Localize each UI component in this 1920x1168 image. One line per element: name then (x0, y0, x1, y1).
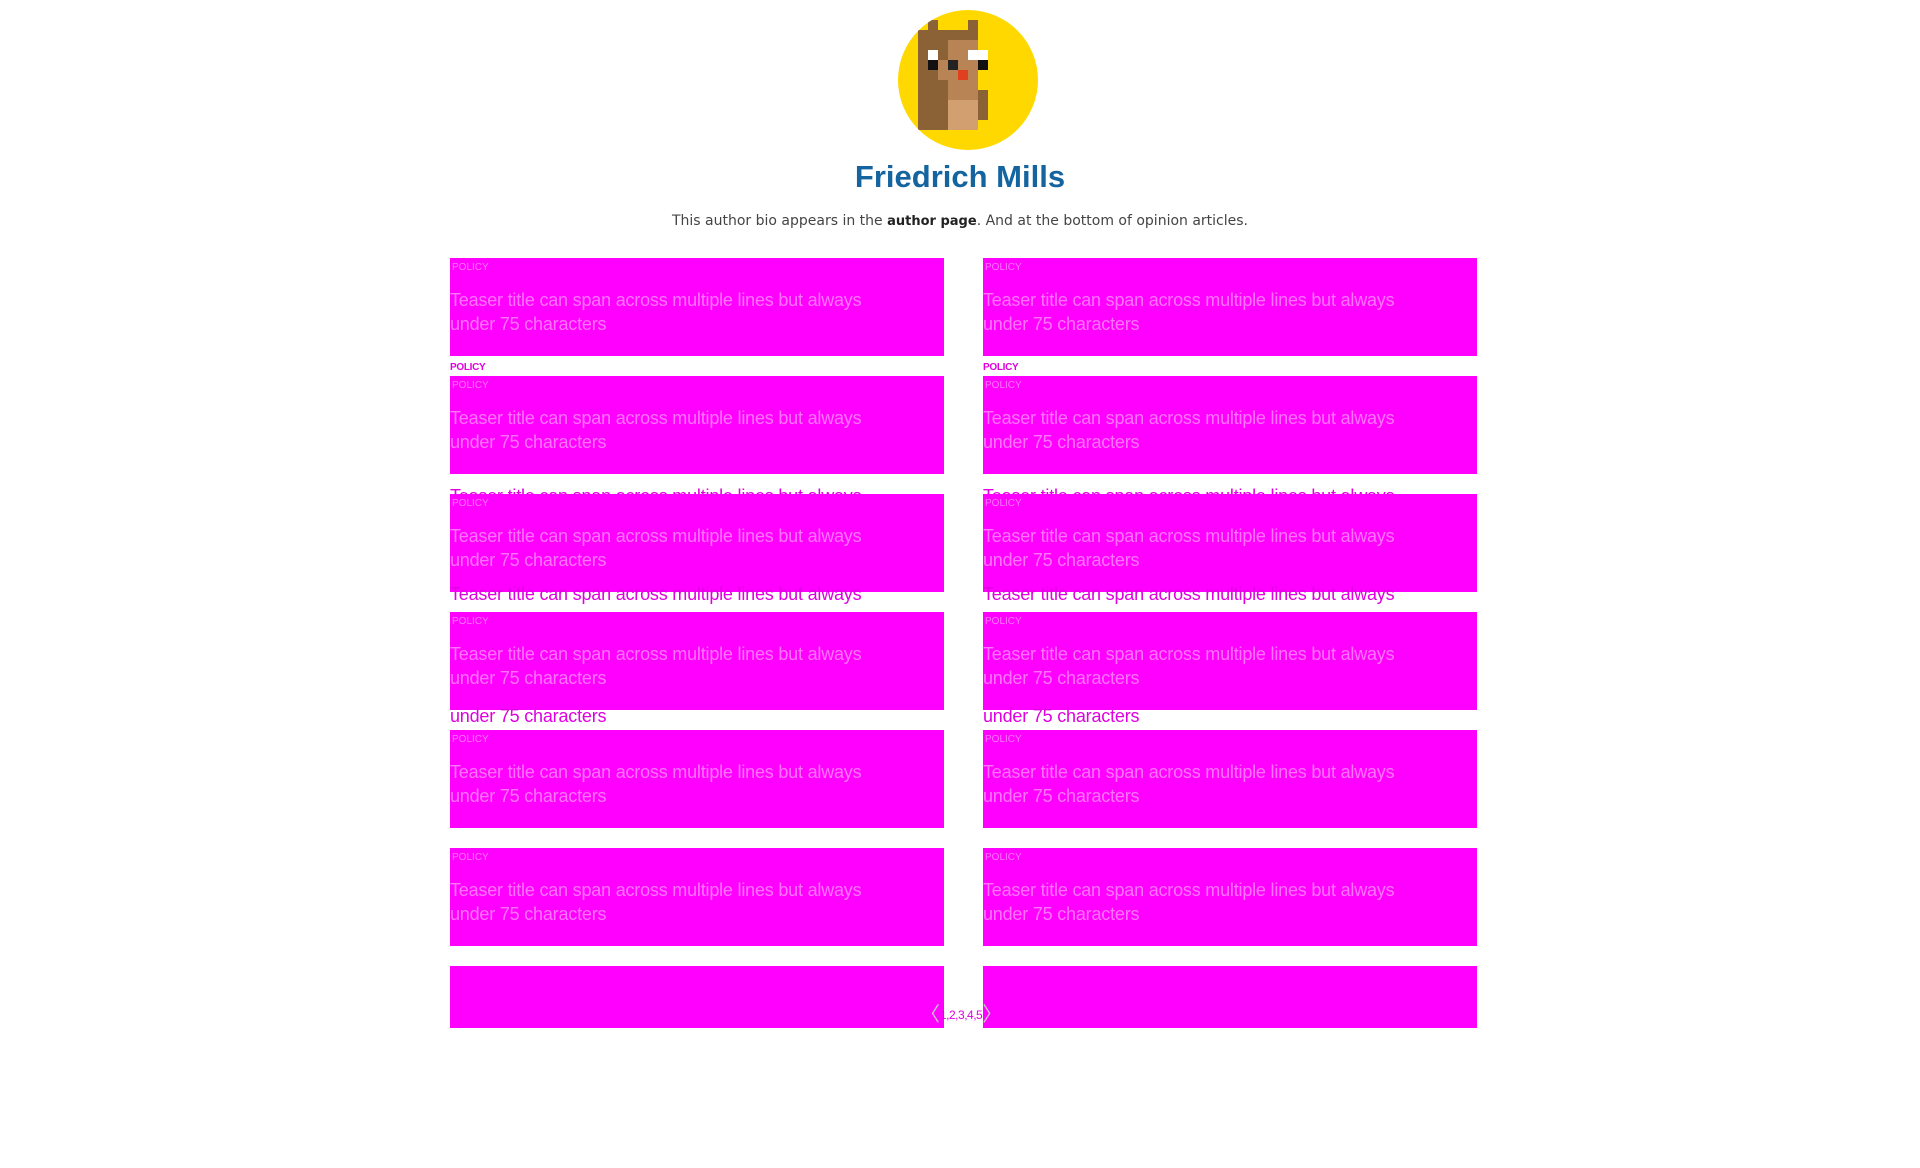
teaser-category: POLICY (985, 734, 1022, 745)
teaser-title: Teaser title can span across multiple li… (983, 762, 1395, 806)
author-bio: This author bio appears in the author pa… (0, 212, 1920, 231)
page-numbers[interactable]: 1,2,3,4,5 (940, 1008, 983, 1022)
teaser-card[interactable]: POLICY Teaser title can span across mult… (983, 376, 1477, 474)
teaser-category: POLICY (985, 498, 1022, 509)
teaser-title: Teaser title can span across multiple li… (450, 644, 862, 688)
teaser-title[interactable]: under 75 characters (450, 704, 920, 728)
author-bio-text: This author bio appears in the (671, 213, 888, 229)
teaser-title: Teaser title can span across multiple li… (450, 762, 862, 806)
teaser-card[interactable]: POLICY Teaser title can span across mult… (450, 730, 944, 828)
teaser-title: Teaser title can span across multiple li… (450, 880, 862, 924)
teaser-card[interactable]: POLICY Teaser title can span across mult… (450, 612, 944, 710)
pagination: 〈 1,2,3,4,5 〉 (920, 1003, 1002, 1027)
teaser-category: POLICY (452, 380, 489, 391)
teaser-category: POLICY (985, 262, 1022, 273)
teaser-category: POLICY (452, 852, 489, 863)
teaser-card[interactable]: POLICY Teaser title can span across mult… (450, 376, 944, 474)
teaser-title[interactable]: Teaser title can span across multiple li… (450, 484, 920, 494)
teaser-category: POLICY (985, 616, 1022, 627)
teaser-category: POLICY (985, 852, 1022, 863)
teaser-title[interactable]: Teaser title can span across multiple li… (983, 484, 1453, 494)
teaser-card[interactable]: POLICY Teaser title can span across mult… (983, 612, 1477, 710)
author-bio-text-end: . And at the bottom of opinion articles. (976, 213, 1248, 229)
teaser-category: POLICY (452, 616, 489, 627)
teaser-card[interactable] (450, 966, 944, 1028)
teaser-card[interactable]: POLICY Teaser title can span across mult… (983, 848, 1477, 946)
teaser-title: Teaser title can span across multiple li… (983, 526, 1395, 570)
teaser-card[interactable]: POLICY Teaser title can span across mult… (983, 730, 1477, 828)
teaser-title: Teaser title can span across multiple li… (450, 408, 862, 452)
teaser-title: Teaser title can span across multiple li… (450, 290, 862, 334)
pixel-bear-avatar-icon (918, 20, 988, 130)
teaser-title[interactable]: Teaser title can span across multiple li… (983, 582, 1453, 606)
chevron-left-icon[interactable]: 〈 (920, 1003, 940, 1027)
teaser-title: Teaser title can span across multiple li… (983, 290, 1395, 334)
teaser-title: Teaser title can span across multiple li… (450, 526, 862, 570)
author-page-link-text: author page (887, 214, 977, 229)
teaser-card[interactable]: POLICY Teaser title can span across mult… (983, 258, 1477, 356)
chevron-right-icon[interactable]: 〉 (982, 1003, 1002, 1027)
teaser-card[interactable]: POLICY Teaser title can span across mult… (983, 494, 1477, 592)
author-name: Friedrich Mills (854, 159, 1066, 194)
teaser-card[interactable]: POLICY Teaser title can span across mult… (450, 258, 944, 356)
teaser-category[interactable]: POLICY (983, 362, 1019, 374)
teaser-category[interactable]: POLICY (450, 362, 486, 374)
teaser-title[interactable]: Teaser title can span across multiple li… (450, 582, 920, 606)
teaser-title: Teaser title can span across multiple li… (983, 644, 1395, 688)
teaser-category: POLICY (452, 498, 489, 509)
teaser-category: POLICY (452, 262, 489, 273)
teaser-category: POLICY (452, 734, 489, 745)
teaser-category: POLICY (985, 380, 1022, 391)
teaser-title: Teaser title can span across multiple li… (983, 880, 1395, 924)
teaser-title[interactable]: under 75 characters (983, 704, 1453, 728)
teaser-title: Teaser title can span across multiple li… (983, 408, 1395, 452)
author-avatar (898, 10, 1038, 150)
teaser-card[interactable] (983, 966, 1477, 1028)
teaser-card[interactable]: POLICY Teaser title can span across mult… (450, 494, 944, 592)
teaser-card[interactable]: POLICY Teaser title can span across mult… (450, 848, 944, 946)
